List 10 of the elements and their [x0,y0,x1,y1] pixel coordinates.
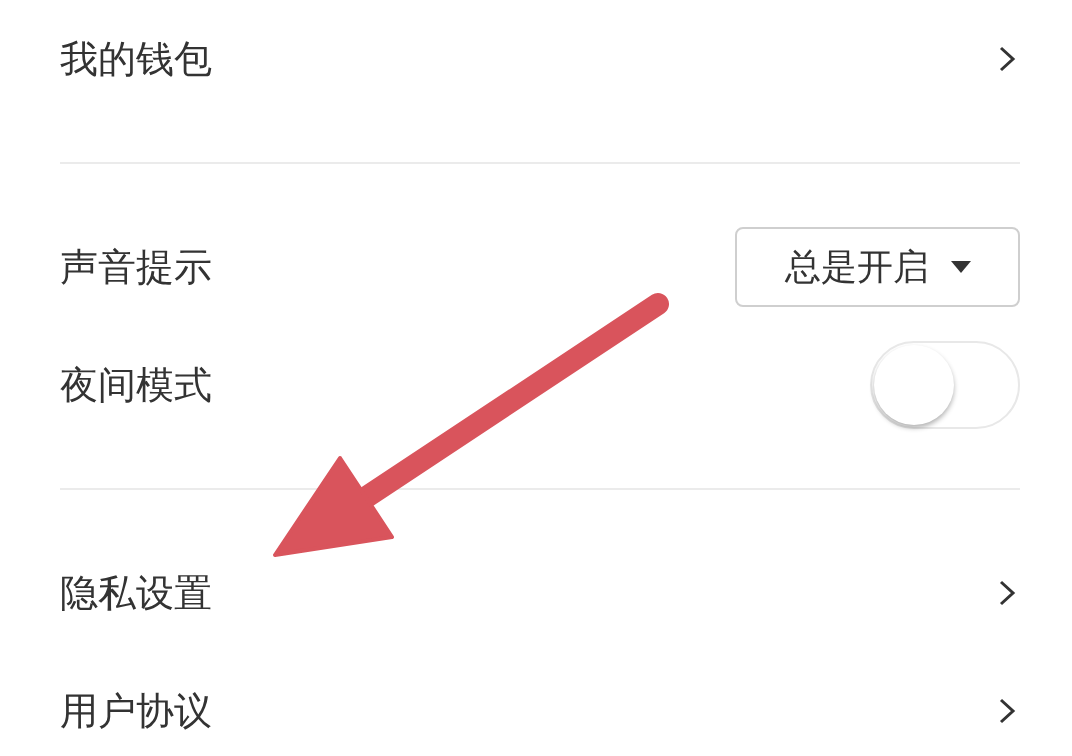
chevron-icon [998,579,1016,607]
setting-label[interactable]: 隐私设置 [60,567,212,619]
setting-label: 声音提示 [60,243,212,291]
chevron-icon [998,697,1016,725]
chevron-icon [998,45,1016,73]
setting-label: 夜间模式 [60,361,212,409]
dropdown[interactable]: 总是开启 [735,227,1020,307]
setting-label[interactable]: 用户协议 [60,685,212,737]
caret-icon [950,261,971,273]
setting-label[interactable]: 我的钱包 [60,33,212,85]
